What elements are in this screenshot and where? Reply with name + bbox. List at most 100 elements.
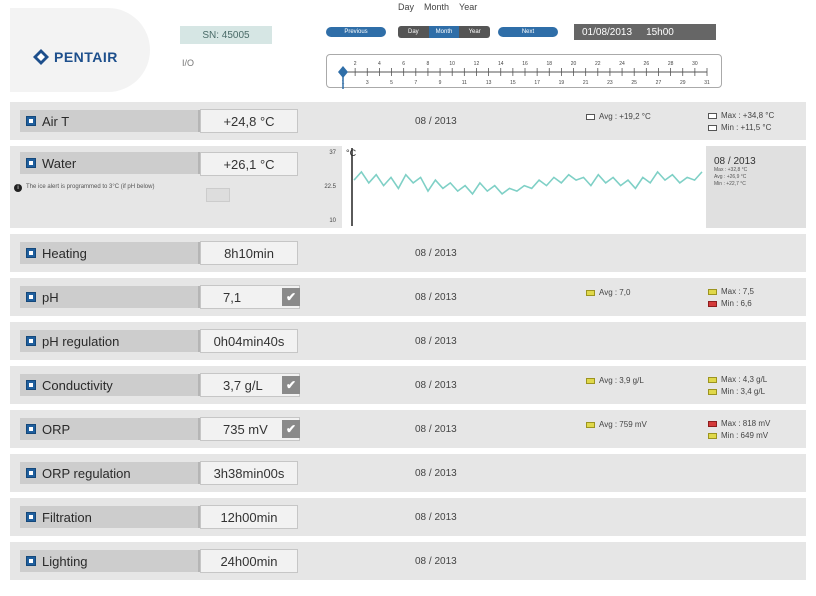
max-text: Max : 7,5 xyxy=(721,287,754,296)
expand-square-icon[interactable] xyxy=(26,116,36,126)
measurement-value: 24h00min xyxy=(200,549,298,573)
expand-square-icon[interactable] xyxy=(26,158,36,168)
measurement-label[interactable]: pH xyxy=(20,286,200,308)
ruler-label-bottom: 27 xyxy=(656,80,662,86)
measurement-value: +26,1 °C xyxy=(200,152,298,176)
measurement-label-text: pH regulation xyxy=(42,333,120,349)
period-label: 08 / 2013 xyxy=(415,336,457,347)
ruler-label-bottom: 3 xyxy=(366,80,369,86)
measurement-label[interactable]: pH regulation xyxy=(20,330,200,352)
slider-year[interactable]: Year xyxy=(459,26,490,38)
chart-y-tick: 37 xyxy=(329,150,336,156)
period-label: 08 / 2013 xyxy=(415,248,457,259)
expand-square-icon[interactable] xyxy=(26,556,36,566)
measurement-label-text: Conductivity xyxy=(42,377,113,393)
flag-icon xyxy=(708,377,717,383)
ruler-label-bottom: 23 xyxy=(607,80,613,86)
measurement-label[interactable]: ORP regulation xyxy=(20,462,200,484)
max-text: Max : 4,3 g/L xyxy=(721,375,768,384)
ruler-label-top: 30 xyxy=(692,61,698,67)
ruler-label-top: 20 xyxy=(571,61,577,67)
flag-icon xyxy=(708,421,717,427)
tab-month[interactable]: Month xyxy=(424,2,449,12)
chart-avg: Avg : +26,9 °C xyxy=(714,174,747,180)
previous-button[interactable]: Previous xyxy=(326,27,386,37)
measurement-rows: Air T +24,8 °C 08 / 2013 Avg : +19,2 °C Max … xyxy=(10,102,816,586)
expand-square-icon[interactable] xyxy=(26,468,36,478)
day-ruler[interactable]: 2468101214161820222426283013579111315171… xyxy=(326,54,723,89)
measurement-label[interactable]: Water xyxy=(20,152,200,174)
measurement-label[interactable]: Lighting xyxy=(20,550,200,572)
max-stat: Max : 4,3 g/L xyxy=(708,374,767,386)
min-stat: Min : 3,4 g/L xyxy=(708,386,767,398)
max-stat: Max : +34,8 °C xyxy=(708,110,774,122)
ruler-label-bottom: 11 xyxy=(462,80,467,86)
measurement-value: +24,8 °C xyxy=(200,109,298,133)
warning-toggle[interactable] xyxy=(206,188,230,202)
average-stat: Avg : +19,2 °C xyxy=(586,112,651,121)
period-label: 08 / 2013 xyxy=(415,116,457,127)
expand-square-icon[interactable] xyxy=(26,336,36,346)
chart-min: Min : +22,7 °C xyxy=(714,181,746,187)
flag-icon xyxy=(586,377,595,384)
expand-square-icon[interactable] xyxy=(26,512,36,522)
min-max-stats: Max : 818 mV Min : 649 mV xyxy=(708,418,770,442)
chart-y-tick: 10 xyxy=(329,218,336,224)
tab-year[interactable]: Year xyxy=(459,2,477,12)
measurement-row: ORP 735 mV ✔ 08 / 2013 Avg : 759 mV Max : 818… xyxy=(10,410,806,448)
measurement-label[interactable]: Filtration xyxy=(20,506,200,528)
min-text: Min : 3,4 g/L xyxy=(721,387,766,396)
expand-square-icon[interactable] xyxy=(26,248,36,258)
datetime-display: 01/08/2013 15h00 xyxy=(574,24,716,40)
measurement-label[interactable]: ORP xyxy=(20,418,200,440)
brand-name: PENTAIR xyxy=(54,49,118,65)
flag-icon xyxy=(708,433,717,439)
next-button[interactable]: Next xyxy=(498,27,558,37)
slider-month[interactable]: Month xyxy=(428,26,460,38)
average-stat: Avg : 7,0 xyxy=(586,288,630,297)
ruler-label-bottom: 5 xyxy=(390,80,393,86)
ruler-label-top: 22 xyxy=(595,61,601,67)
slider-day[interactable]: Day xyxy=(398,26,429,38)
measurement-label-text: ORP xyxy=(42,421,71,437)
expand-square-icon[interactable] xyxy=(26,380,36,390)
measurement-label-text: pH xyxy=(42,289,59,305)
chart-y-tick: 22.5 xyxy=(324,184,336,190)
flag-icon xyxy=(586,113,595,120)
expand-square-icon[interactable] xyxy=(26,292,36,302)
ruler-label-bottom: 7 xyxy=(414,80,417,86)
period-nav: Previous Day Month Year Next xyxy=(326,26,558,39)
header: PENTAIR SN: 45005 I/O Day Month Year Pre… xyxy=(0,0,816,100)
expand-square-icon[interactable] xyxy=(26,424,36,434)
period-tabs: Day Month Year xyxy=(398,2,477,12)
measurement-label[interactable]: Heating xyxy=(20,242,200,264)
measurement-value: 12h00min xyxy=(200,505,298,529)
ruler-label-bottom: 31 xyxy=(704,80,710,86)
measurement-label[interactable]: Conductivity xyxy=(20,374,200,396)
average-stat: Avg : 3,9 g/L xyxy=(586,376,644,385)
min-max-stats: Max : 4,3 g/L Min : 3,4 g/L xyxy=(708,374,767,398)
period-label: 08 / 2013 xyxy=(415,292,457,303)
period-slider[interactable]: Day Month Year xyxy=(398,26,490,38)
measurement-value: 3h38min00s xyxy=(200,461,298,485)
period-label: 08 / 2013 xyxy=(415,468,457,479)
ruler-label-bottom: 13 xyxy=(486,80,492,86)
measurement-value: 0h04min40s xyxy=(200,329,298,353)
measurement-row: Air T +24,8 °C 08 / 2013 Avg : +19,2 °C Max … xyxy=(10,102,806,140)
min-text: Min : 6,6 xyxy=(721,299,752,308)
measurement-row: ORP regulation 3h38min00s 08 / 2013 xyxy=(10,454,806,492)
ruler-scale[interactable]: 2468101214161820222426283013579111315171… xyxy=(327,55,723,89)
tab-day[interactable]: Day xyxy=(398,2,414,12)
ruler-label-top: 10 xyxy=(449,61,455,67)
date-text: 01/08/2013 xyxy=(582,26,633,38)
measurement-value: 8h10min xyxy=(200,241,298,265)
min-text: Min : 649 mV xyxy=(721,431,769,440)
flag-icon xyxy=(708,301,717,307)
measurement-row: Lighting 24h00min 08 / 2013 xyxy=(10,542,806,580)
ruler-label-bottom: 19 xyxy=(559,80,565,86)
measurement-label-text: Heating xyxy=(42,245,87,261)
ruler-label-top: 24 xyxy=(619,61,625,67)
measurement-row: Conductivity 3,7 g/L ✔ 08 / 2013 Avg : 3,9 g… xyxy=(10,366,806,404)
max-text: Max : 818 mV xyxy=(721,419,771,428)
measurement-label[interactable]: Air T xyxy=(20,110,200,132)
